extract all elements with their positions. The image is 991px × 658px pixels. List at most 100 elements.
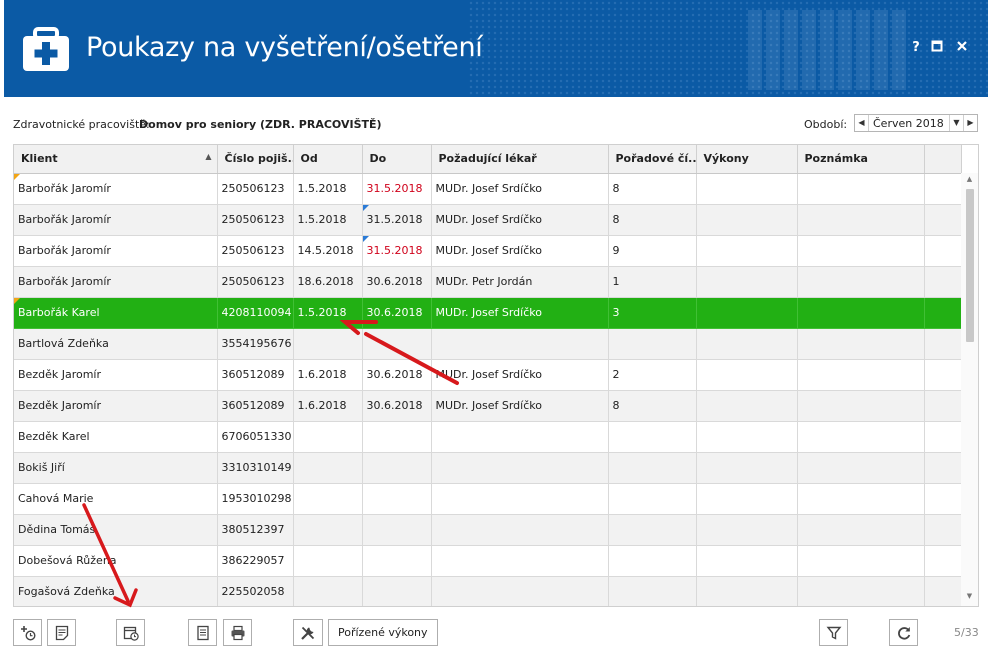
- cell-poznamka[interactable]: [797, 266, 925, 298]
- cell-lekar[interactable]: [431, 545, 609, 577]
- column-header-poradove[interactable]: Pořadové čí...: [608, 145, 697, 174]
- vertical-scrollbar[interactable]: ▲ ▼: [961, 173, 978, 606]
- cell-poznamka[interactable]: [797, 235, 925, 267]
- cell-lekar[interactable]: MUDr. Josef Srdíčko: [431, 297, 609, 329]
- cell-od[interactable]: [293, 576, 363, 606]
- cell-lekar[interactable]: MUDr. Josef Srdíčko: [431, 359, 609, 391]
- cell-lekar[interactable]: [431, 483, 609, 515]
- cell-klient[interactable]: Bezděk Jaromír: [14, 359, 218, 391]
- cell-vykony[interactable]: [696, 266, 798, 298]
- cell-cislo[interactable]: 250506123: [217, 204, 294, 236]
- table-row[interactable]: Fogašová Zdeňka 225502058: [14, 576, 962, 606]
- help-button[interactable]: ?: [908, 40, 924, 56]
- cell-klient[interactable]: Fogašová Zdeňka: [14, 576, 218, 606]
- cell-do[interactable]: [362, 328, 432, 360]
- cell-vykony[interactable]: [696, 483, 798, 515]
- table-row[interactable]: Barbořák Jaromír 250506123 14.5.2018 31.5.2…: [14, 235, 962, 267]
- cell-od[interactable]: [293, 328, 363, 360]
- cell-poradove[interactable]: 8: [608, 390, 697, 422]
- referrals-grid[interactable]: Klient ▲ Číslo pojiš... Od Do Požadující …: [13, 144, 979, 607]
- column-header-lekar[interactable]: Požadující lékař: [431, 145, 609, 174]
- cell-vykony[interactable]: [696, 452, 798, 484]
- tools-button[interactable]: [293, 619, 323, 646]
- add-referral-button[interactable]: [13, 619, 42, 646]
- cell-poznamka[interactable]: [797, 204, 925, 236]
- cell-poradove[interactable]: [608, 452, 697, 484]
- cell-od[interactable]: 1.6.2018: [293, 390, 363, 422]
- cell-poradove[interactable]: 9: [608, 235, 697, 267]
- cell-poznamka[interactable]: [797, 173, 925, 205]
- cell-lekar[interactable]: [431, 328, 609, 360]
- cell-poradove[interactable]: [608, 545, 697, 577]
- workplace-value[interactable]: Domov pro seniory (ZDR. PRACOVIŠTĚ): [139, 118, 382, 131]
- cell-do[interactable]: [362, 545, 432, 577]
- scroll-thumb[interactable]: [966, 189, 974, 342]
- print-button[interactable]: [223, 619, 252, 646]
- cell-poznamka[interactable]: [797, 359, 925, 391]
- cell-vykony[interactable]: [696, 421, 798, 453]
- cell-do[interactable]: [362, 421, 432, 453]
- cell-klient[interactable]: Barbořák Jaromír: [14, 173, 218, 205]
- cell-vykony[interactable]: [696, 173, 798, 205]
- cell-cislo[interactable]: 250506123: [217, 266, 294, 298]
- table-row[interactable]: Barbořák Karel 4208110094 1.5.2018 30.6.201…: [14, 297, 962, 329]
- cell-klient[interactable]: Barbořák Karel: [14, 297, 218, 329]
- cell-cislo[interactable]: 3554195676: [217, 328, 294, 360]
- cell-lekar[interactable]: MUDr. Josef Srdíčko: [431, 390, 609, 422]
- period-selector[interactable]: ◀ Červen 2018 ▼ ▶: [854, 114, 978, 132]
- column-header-klient[interactable]: Klient ▲: [14, 145, 218, 174]
- scroll-down-icon[interactable]: ▼: [961, 592, 978, 604]
- column-header-od[interactable]: Od: [293, 145, 363, 174]
- cell-cislo[interactable]: 4208110094: [217, 297, 294, 329]
- cell-poznamka[interactable]: [797, 452, 925, 484]
- cell-klient[interactable]: Barbořák Jaromír: [14, 266, 218, 298]
- cell-cislo[interactable]: 360512089: [217, 359, 294, 391]
- close-button[interactable]: [954, 40, 970, 56]
- cell-do[interactable]: 31.5.2018: [362, 235, 432, 267]
- report-button[interactable]: [188, 619, 217, 646]
- cell-do[interactable]: [362, 452, 432, 484]
- cell-od[interactable]: 1.6.2018: [293, 359, 363, 391]
- cell-lekar[interactable]: [431, 514, 609, 546]
- cell-poradove[interactable]: 2: [608, 359, 697, 391]
- table-row[interactable]: Dobešová Růžena 386229057: [14, 545, 962, 577]
- cell-lekar[interactable]: [431, 452, 609, 484]
- table-row[interactable]: Bokiš Jiří 3310310149: [14, 452, 962, 484]
- cell-klient[interactable]: Bezděk Karel: [14, 421, 218, 453]
- cell-do[interactable]: [362, 576, 432, 606]
- cell-klient[interactable]: Cahová Marie: [14, 483, 218, 515]
- cell-cislo[interactable]: 6706051330: [217, 421, 294, 453]
- table-row[interactable]: Barbořák Jaromír 250506123 18.6.2018 30.6.2…: [14, 266, 962, 298]
- refresh-button[interactable]: [889, 619, 918, 646]
- cell-poradove[interactable]: [608, 576, 697, 606]
- cell-klient[interactable]: Bokiš Jiří: [14, 452, 218, 484]
- cell-poradove[interactable]: [608, 483, 697, 515]
- cell-od[interactable]: 1.5.2018: [293, 204, 363, 236]
- cell-vykony[interactable]: [696, 514, 798, 546]
- table-row[interactable]: Bartlová Zdeňka 3554195676: [14, 328, 962, 360]
- cell-do[interactable]: [362, 514, 432, 546]
- period-dropdown-button[interactable]: ▼: [949, 115, 963, 131]
- edit-referral-button[interactable]: [47, 619, 76, 646]
- table-row[interactable]: Barbořák Jaromír 250506123 1.5.2018 31.5.20…: [14, 173, 962, 205]
- column-header-poznamka[interactable]: Poznámka: [797, 145, 925, 174]
- table-row[interactable]: Cahová Marie 1953010298: [14, 483, 962, 515]
- cell-poradove[interactable]: [608, 328, 697, 360]
- cell-lekar[interactable]: [431, 576, 609, 606]
- cell-poradove[interactable]: 8: [608, 204, 697, 236]
- cell-do[interactable]: 31.5.2018: [362, 204, 432, 236]
- cell-poznamka[interactable]: [797, 390, 925, 422]
- cell-do[interactable]: 30.6.2018: [362, 359, 432, 391]
- cell-cislo[interactable]: 3310310149: [217, 452, 294, 484]
- cell-lekar[interactable]: [431, 421, 609, 453]
- cell-do[interactable]: 30.6.2018: [362, 266, 432, 298]
- cell-poradove[interactable]: 8: [608, 173, 697, 205]
- cell-poznamka[interactable]: [797, 545, 925, 577]
- history-button[interactable]: [116, 619, 145, 646]
- filter-button[interactable]: [819, 619, 848, 646]
- cell-cislo[interactable]: 386229057: [217, 545, 294, 577]
- cell-od[interactable]: 1.5.2018: [293, 173, 363, 205]
- table-row[interactable]: Barbořák Jaromír 250506123 1.5.2018 31.5.20…: [14, 204, 962, 236]
- cell-od[interactable]: [293, 483, 363, 515]
- cell-vykony[interactable]: [696, 297, 798, 329]
